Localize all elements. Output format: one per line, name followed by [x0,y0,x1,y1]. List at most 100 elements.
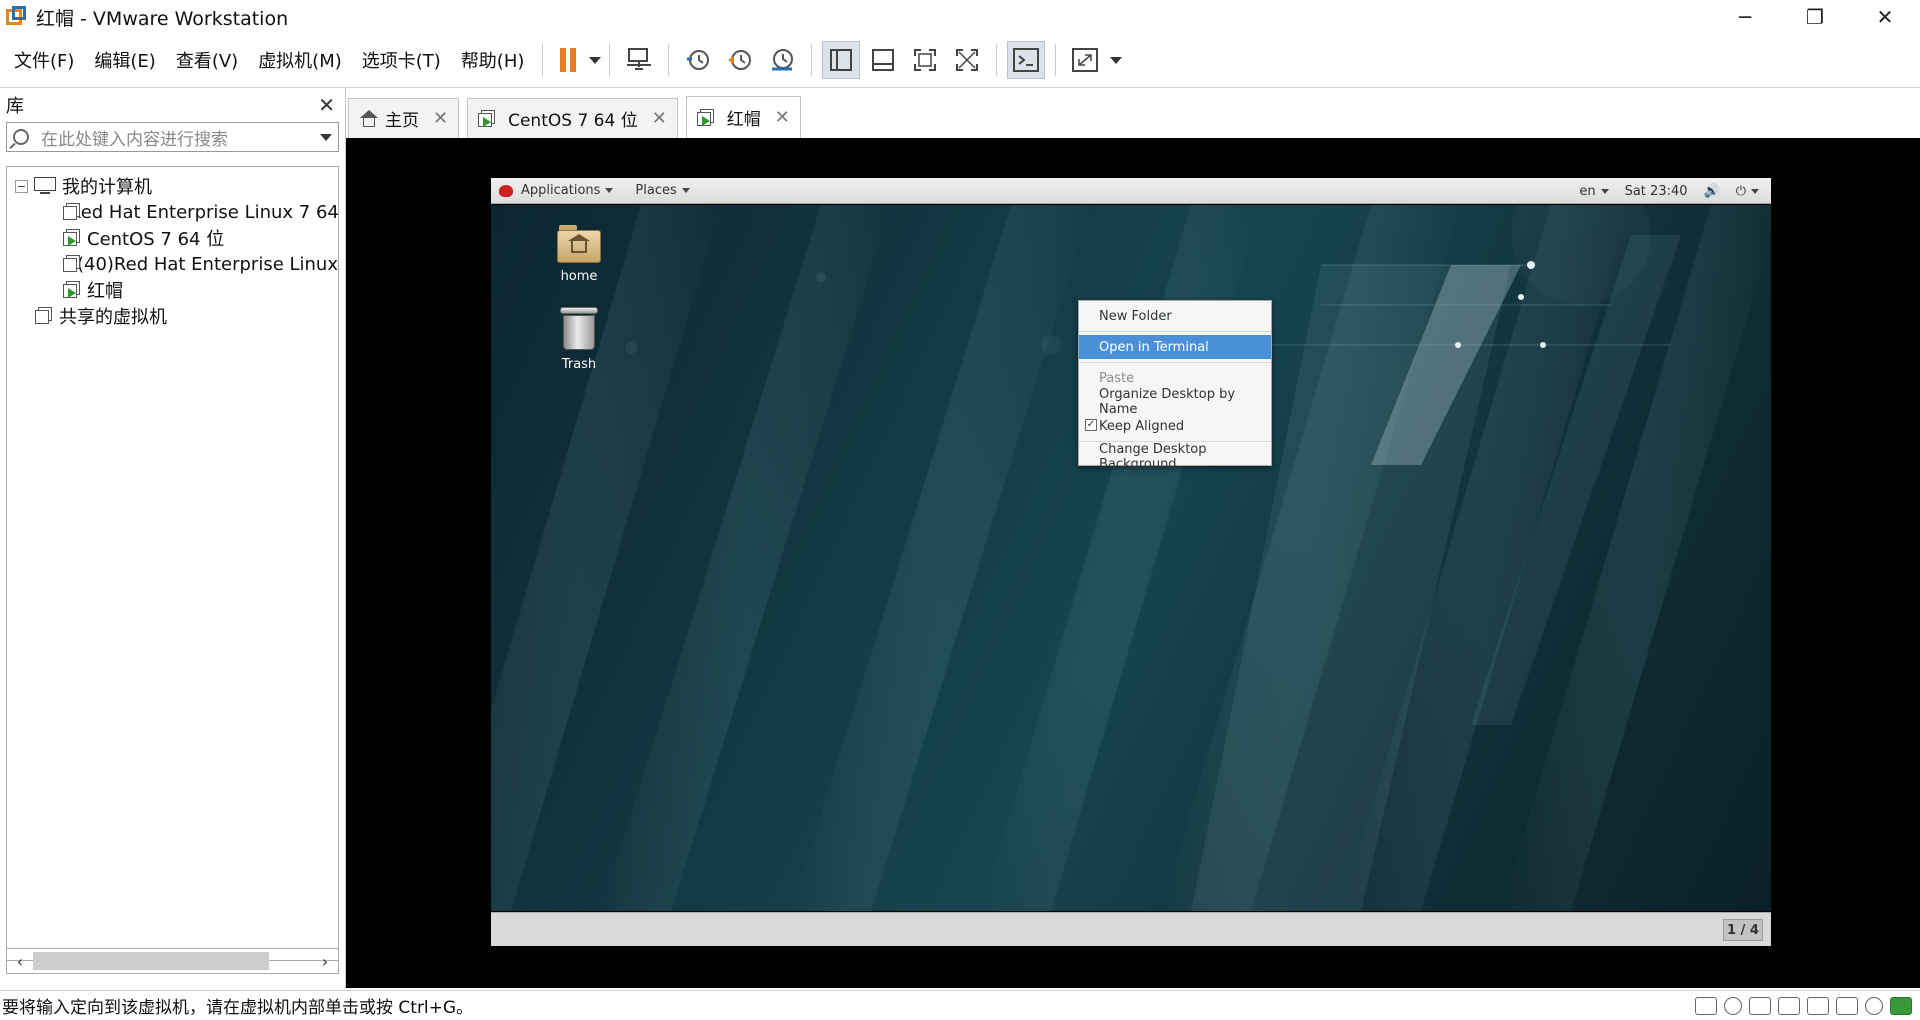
desktop-context-menu: New Folder Open in Terminal Paste Organi… [1078,300,1272,472]
search-icon [13,129,29,145]
checkbox-checked-icon: ✓ [1085,419,1097,431]
close-tab-icon[interactable]: ✕ [433,108,448,129]
chevron-down-icon [1751,188,1759,194]
vm-running-icon [478,109,496,128]
tree-item-vm[interactable]: (40)Red Hat Enterprise Linux [7,251,338,277]
volume-icon[interactable]: 🔊 [1704,184,1720,199]
toolbar-separator [609,44,611,76]
vm-running-icon [63,281,81,299]
status-message: 要将输入定向到该虚拟机，请在虚拟机内部单击或按 Ctrl+G。 [2,998,474,1018]
stretch-dropdown-icon[interactable] [1110,56,1123,64]
menu-item-organize[interactable]: Organize Desktop by Name [1079,387,1271,417]
scrollbar-thumb[interactable] [33,952,269,970]
window-title: 红帽 - VMware Workstation [36,7,289,30]
guest-screen[interactable]: Applications Places en Sat 23:40 🔊 ⏻ hom… [491,178,1771,946]
power-menu[interactable]: ⏻ [1736,184,1759,199]
shared-vms-icon [35,307,53,325]
guest-desktop[interactable]: home Trash New Folder Open in Terminal P… [491,205,1771,911]
places-label: Places [635,183,677,198]
places-menu[interactable]: Places [635,183,690,198]
hard-disk-icon[interactable] [1695,997,1717,1015]
close-library-icon[interactable]: ✕ [318,93,335,117]
tree-item-shared-vms[interactable]: 共享的虚拟机 [7,303,338,329]
menu-separator [1079,331,1271,332]
applications-label: Applications [521,183,601,198]
library-horizontal-scrollbar[interactable]: ‹ › [6,948,339,974]
folder-home-icon [557,225,601,263]
computer-icon [34,177,56,195]
snapshot-revert-icon[interactable] [721,41,759,79]
close-window-button[interactable]: ✕ [1850,0,1920,34]
workspace-indicator[interactable]: 1 / 4 [1723,919,1763,941]
toolbar-separator [996,44,998,76]
scroll-right-icon[interactable]: › [312,952,338,971]
power-dropdown-icon[interactable] [589,56,602,64]
menu-file[interactable]: 文件(F) [0,47,84,73]
library-title: 库 [6,96,24,117]
vm-icon [63,255,80,273]
library-search[interactable]: 在此处键入内容进行搜索 [6,122,339,152]
tree-item-vm[interactable]: Red Hat Enterprise Linux 7 64 [7,199,338,225]
toolbar-separator [668,44,670,76]
stretch-guest-icon[interactable] [1066,41,1104,79]
unity-icon[interactable] [948,41,986,79]
desktop-icon-label: home [560,269,598,284]
tree-item-label: Red Hat Enterprise Linux 7 64 [69,201,339,223]
tree-item-label: 我的计算机 [62,177,152,198]
tree-item-my-computer[interactable]: − 我的计算机 [7,173,338,199]
language-menu[interactable]: en [1579,184,1609,199]
tab-redhat[interactable]: 红帽 ✕ [685,96,801,138]
vm-console[interactable]: Applications Places en Sat 23:40 🔊 ⏻ hom… [346,138,1920,988]
chevron-down-icon [681,188,690,193]
clock[interactable]: Sat 23:40 [1625,184,1688,199]
menu-vm[interactable]: 虚拟机(M) [248,47,352,73]
display-icon[interactable] [1865,997,1883,1015]
chevron-down-icon [1600,188,1609,194]
tab-bar: 主页 ✕ CentOS 7 64 位 ✕ 红帽 ✕ [348,96,809,138]
tree-item-vm[interactable]: 红帽 [7,277,338,303]
full-screen-icon[interactable] [906,41,944,79]
desktop-icon-label: Trash [561,357,597,372]
desktop-icon-home[interactable]: home [534,225,624,284]
pause-button[interactable] [553,41,583,79]
close-tab-icon[interactable]: ✕ [652,108,667,129]
chevron-down-icon [605,188,614,193]
tab-centos[interactable]: CentOS 7 64 位 ✕ [467,98,678,138]
vm-message-icon[interactable] [1890,997,1912,1015]
menu-item-keep-aligned[interactable]: ✓ Keep Aligned [1079,414,1271,438]
minimize-button[interactable]: ─ [1710,0,1780,34]
tab-label: CentOS 7 64 位 [508,111,638,131]
show-library-icon[interactable] [822,41,861,79]
tab-label: 主页 [385,111,419,131]
collapse-icon[interactable]: − [15,179,28,193]
send-ctrl-alt-del-icon[interactable] [620,41,658,79]
sound-card-icon[interactable] [1836,997,1858,1015]
menu-item-change-background[interactable]: Change Desktop Background [1079,442,1271,472]
restore-button[interactable]: ❐ [1780,0,1850,34]
menu-tabs[interactable]: 选项卡(T) [352,47,451,73]
close-tab-icon[interactable]: ✕ [775,107,790,128]
snapshot-manager-icon[interactable] [763,41,801,79]
usb-icon[interactable] [1807,997,1829,1015]
search-dropdown-icon[interactable] [320,133,332,141]
thumbnail-bar-icon[interactable] [864,41,902,79]
menu-item-open-terminal[interactable]: Open in Terminal [1079,335,1271,359]
scroll-left-icon[interactable]: ‹ [7,952,33,971]
menu-view[interactable]: 查看(V) [166,47,248,73]
printer-icon[interactable] [1778,997,1800,1015]
applications-menu[interactable]: Applications [521,183,614,198]
menu-edit[interactable]: 编辑(E) [84,47,165,73]
cd-dvd-icon[interactable] [1724,997,1742,1015]
menu-help[interactable]: 帮助(H) [451,47,535,73]
library-tree: − 我的计算机 Red Hat Enterprise Linux 7 64 Ce… [6,166,339,961]
search-input[interactable]: 在此处键入内容进行搜索 [41,125,316,150]
network-adapter-icon[interactable] [1749,997,1771,1015]
menu-item-new-folder[interactable]: New Folder [1079,304,1271,328]
tab-home[interactable]: 主页 ✕ [348,98,460,138]
snapshot-take-icon[interactable] [679,41,717,79]
tab-label: 红帽 [726,110,761,130]
console-view-icon[interactable] [1007,41,1046,79]
tree-item-vm[interactable]: CentOS 7 64 位 [7,225,338,251]
menu-item-label: Keep Aligned [1099,418,1185,434]
desktop-icon-trash[interactable]: Trash [534,307,624,372]
